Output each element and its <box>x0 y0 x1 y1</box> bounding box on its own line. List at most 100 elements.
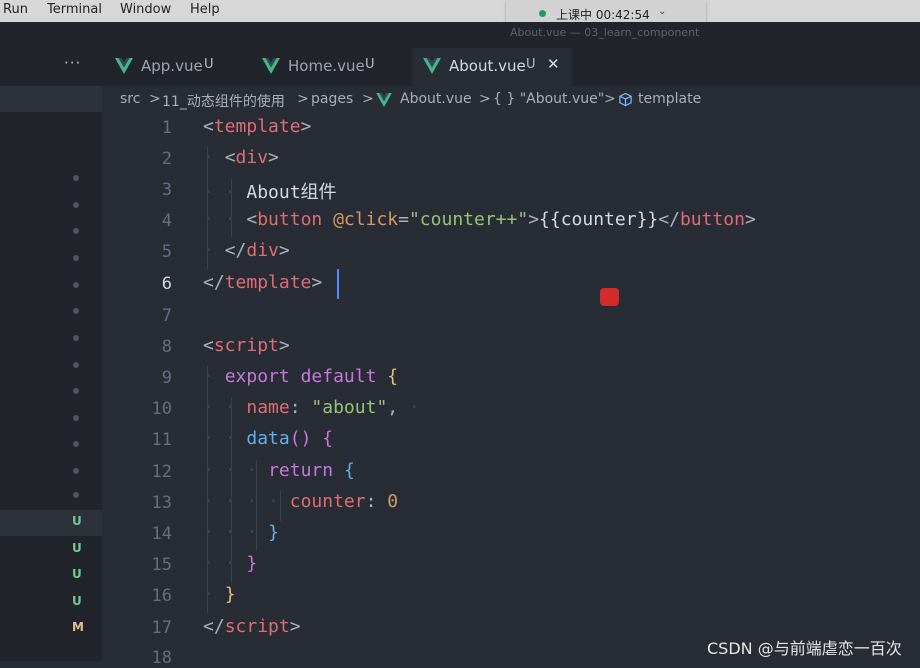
code-line[interactable]: · · · · counter: 0 <box>203 491 398 512</box>
code-line[interactable]: · · About组件 <box>203 178 337 204</box>
git-status-dot-icon <box>73 468 79 474</box>
git-status-dot-icon <box>73 441 79 447</box>
close-tab-icon[interactable]: ✕ <box>547 55 560 73</box>
breadcrumb-pages[interactable]: pages <box>311 91 353 107</box>
breadcrumb-src[interactable]: src <box>120 91 140 107</box>
menu-terminal[interactable]: Terminal <box>47 2 102 17</box>
cube-symbol-icon <box>618 92 633 111</box>
brace: { <box>322 428 334 449</box>
property-name: counter <box>289 491 366 512</box>
breadcrumb-sep: > <box>604 91 616 107</box>
code-line[interactable]: · </div> <box>203 240 290 261</box>
line-number: 17 <box>151 618 172 638</box>
tab-label: About.vue <box>449 57 526 75</box>
git-untracked-letter: U <box>72 514 82 528</box>
selected-explorer-row[interactable] <box>0 86 102 112</box>
code-line[interactable]: · · data() { <box>203 428 333 449</box>
brace: } <box>268 522 279 543</box>
vue-file-icon <box>423 58 441 78</box>
chevron-down-icon[interactable]: ⌄ <box>658 6 666 17</box>
line-number: 4 <box>161 211 172 231</box>
tab-app-vue[interactable]: App.vue U <box>105 48 248 86</box>
interpolation: {{counter}} <box>539 209 659 230</box>
current-line-number: 6 <box>161 274 172 294</box>
tag-name: script <box>224 616 290 637</box>
tag-bracket: > <box>289 616 301 637</box>
line-number: 9 <box>161 368 172 388</box>
brace: { <box>343 460 355 481</box>
more-actions-icon[interactable]: ··· <box>64 54 81 72</box>
method-name: data <box>246 428 290 449</box>
code-line[interactable]: · · <button @click="counter++">{{counter… <box>203 209 756 230</box>
menu-window[interactable]: Window <box>120 2 171 17</box>
window-title: About.vue — 03_learn_component <box>510 26 700 39</box>
tag-name: script <box>213 335 279 356</box>
line-number: 10 <box>151 399 172 419</box>
parens: () <box>289 428 312 449</box>
code-line[interactable]: · export default { <box>203 366 398 387</box>
git-status-dot-icon <box>73 362 79 368</box>
tab-home-vue[interactable]: Home.vue U <box>252 48 408 86</box>
code-line[interactable]: · · name: "about", · <box>203 397 420 418</box>
breadcrumb: src > 11_动态组件的使用 > pages > About.vue > {… <box>102 86 920 112</box>
code-line[interactable]: <template> <box>203 116 311 137</box>
menu-run[interactable]: Run <box>3 2 28 17</box>
code-line[interactable]: <script> <box>203 335 290 356</box>
untracked-badge: U <box>204 57 214 72</box>
git-untracked-letter: U <box>72 541 82 555</box>
vue-file-icon <box>115 58 133 78</box>
breadcrumb-folder[interactable]: 11_动态组件的使用 <box>162 91 285 111</box>
keyword: default <box>300 366 377 387</box>
line-number: 3 <box>161 180 172 200</box>
breadcrumb-sep: > <box>362 91 374 107</box>
menu-help[interactable]: Help <box>190 2 220 17</box>
equals-sign: = <box>398 209 409 230</box>
brace: } <box>246 553 258 574</box>
line-number: 12 <box>151 462 172 482</box>
watermark: CSDN @与前端虐恋一百次 <box>707 639 902 658</box>
tag-bracket: > <box>744 209 756 230</box>
code-line[interactable]: · · } <box>203 553 257 574</box>
editor-tab-bar: ··· App.vue U Home.vue U About.vue U ✕ <box>0 48 920 86</box>
git-status-dot-icon <box>73 255 79 261</box>
number-value: 0 <box>387 491 399 512</box>
selected-explorer-row[interactable] <box>0 510 102 536</box>
line-number: 8 <box>161 337 172 357</box>
git-status-dot-icon <box>73 388 79 394</box>
git-status-dot-icon <box>73 228 79 234</box>
colon: : <box>289 397 301 418</box>
code-line[interactable]: · · · } <box>203 522 279 543</box>
line-number: 16 <box>151 586 172 606</box>
tag-bracket: > <box>300 116 312 137</box>
git-untracked-letter: U <box>72 567 82 581</box>
line-number: 18 <box>151 648 172 668</box>
class-timer-text: 上课中 00:42:54 <box>556 8 650 22</box>
record-indicator-icon <box>600 288 619 306</box>
code-line[interactable]: · <div> <box>203 147 279 168</box>
live-dot-icon <box>539 10 546 17</box>
breadcrumb-sep: > <box>297 91 309 107</box>
tab-label: App.vue <box>141 57 203 75</box>
breadcrumb-module[interactable]: { } "About.vue" <box>493 91 604 107</box>
vue-file-icon <box>376 93 392 111</box>
code-line[interactable]: · · · return { <box>203 460 355 481</box>
keyword: export <box>224 366 290 387</box>
line-number: 7 <box>161 306 172 326</box>
tag-bracket: > <box>311 272 323 293</box>
tag-name: template <box>224 272 312 293</box>
git-untracked-letter: U <box>72 594 82 608</box>
tag-bracket: > <box>278 240 290 261</box>
menu-bar: Run Terminal Window Help <box>0 0 920 22</box>
tab-about-vue[interactable]: About.vue U ✕ <box>412 48 572 86</box>
breadcrumb-symbol[interactable]: template <box>638 91 701 107</box>
tag-name: button <box>257 209 323 230</box>
brace: { <box>387 366 399 387</box>
code-line[interactable]: · } <box>203 584 236 605</box>
code-line[interactable]: </script> <box>203 616 301 637</box>
git-status-dot-icon <box>73 415 79 421</box>
git-status-dot-icon <box>73 175 79 181</box>
string-value: "about" <box>311 397 388 418</box>
line-number: 1 <box>161 118 172 138</box>
breadcrumb-file[interactable]: About.vue <box>400 91 472 107</box>
code-line-current[interactable]: </template> <box>203 272 322 293</box>
